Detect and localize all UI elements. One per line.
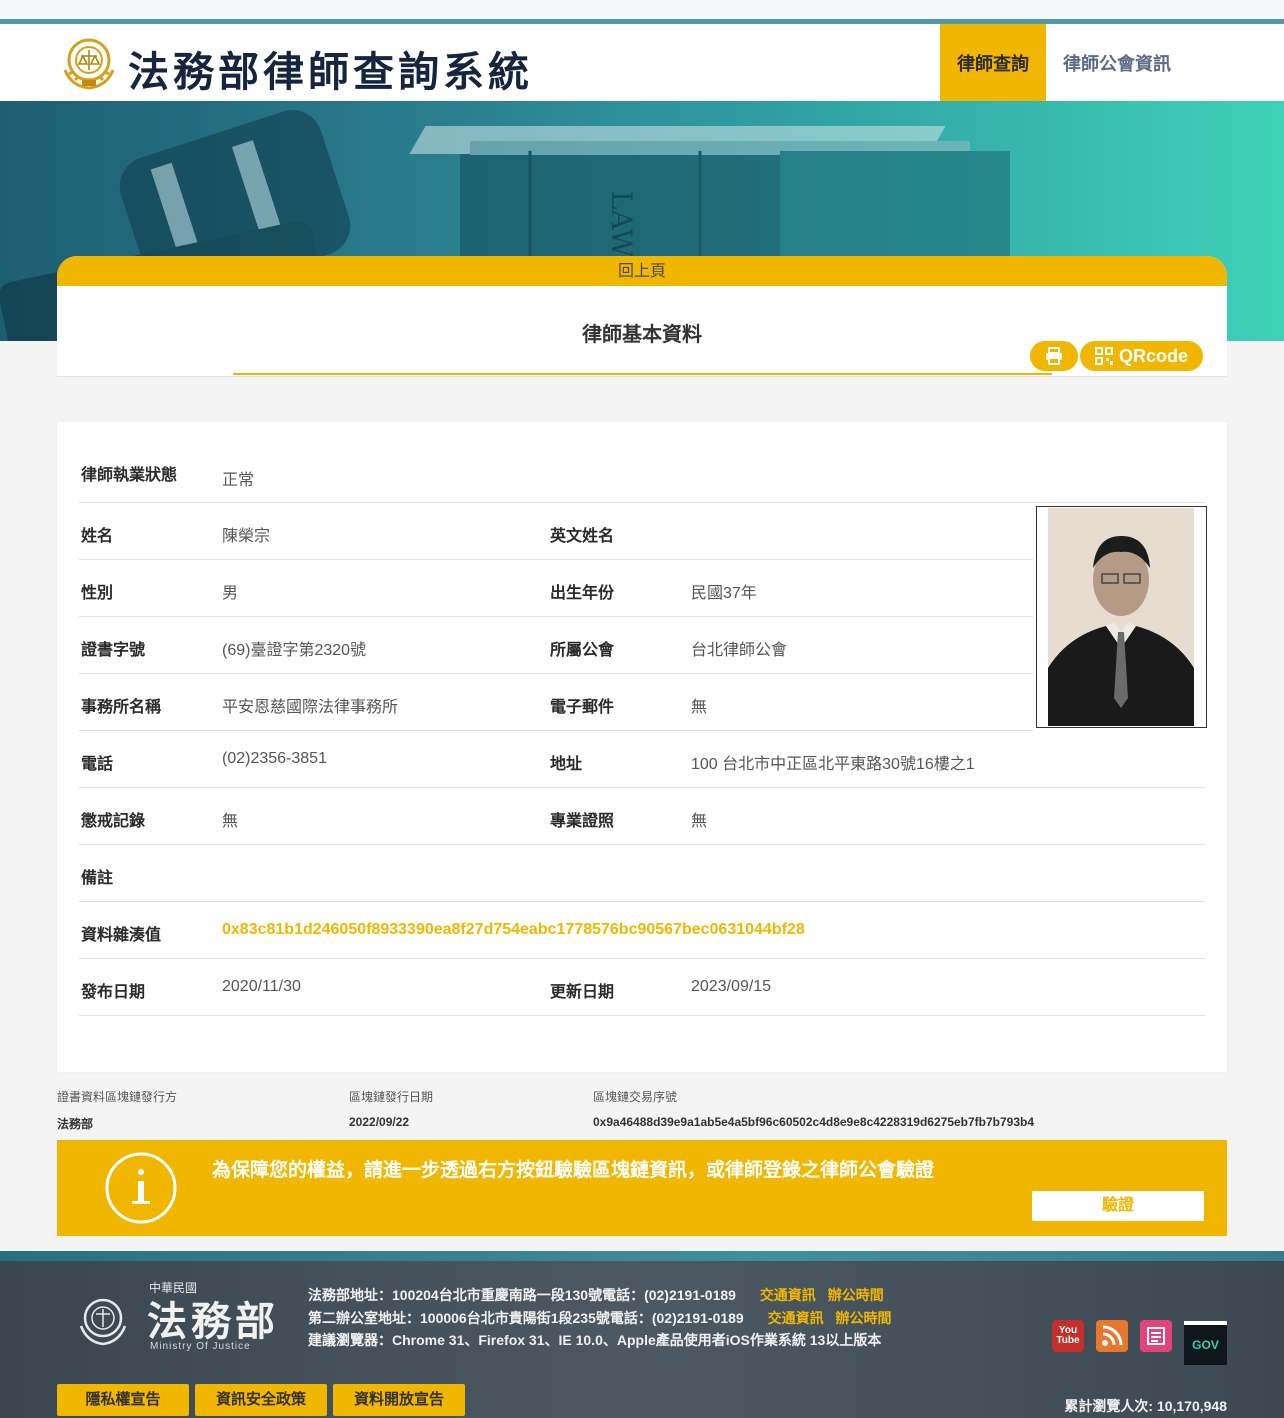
- chain-issue-date: 區塊鏈發行日期 2022/09/22: [349, 1088, 433, 1129]
- status-label: 律師執業狀態: [81, 467, 178, 484]
- hash-value-link[interactable]: 0x83c81b1d246050f8933390ea8f27d754eabc17…: [222, 921, 805, 939]
- chain-issuer-label: 證書資料區塊鏈發行方: [57, 1090, 178, 1104]
- hours-link-2[interactable]: 辦公時間: [836, 1310, 892, 1326]
- rss-glyph: [1102, 1325, 1123, 1346]
- verify-button[interactable]: 驗證: [1032, 1191, 1204, 1221]
- law-book-spine-text: LAW: [605, 191, 638, 258]
- phone-value: (02)2356-3851: [222, 750, 327, 767]
- cert-no-label: 證書字號: [81, 642, 146, 659]
- chain-tx-value: 0x9a46488d39e9a1ab5e4a5bf96c60502c4d8e9e…: [593, 1115, 1035, 1129]
- main-nav: 律師查詢 律師公會資訊: [940, 24, 1284, 101]
- chain-issue-date-value: 2022/09/22: [349, 1115, 410, 1129]
- footer-line-2: 第二辦公室地址：100006台北市貴陽街1段235號電話：(02)2191-01…: [308, 1307, 892, 1330]
- remark-row: 備註: [79, 845, 1205, 902]
- discipline-label: 懲戒記錄: [81, 813, 146, 830]
- security-policy-button[interactable]: 資訊安全政策: [195, 1384, 327, 1416]
- qrcode-label: QRcode: [1118, 345, 1188, 366]
- phone-label: 電話: [81, 756, 114, 773]
- phone-row: 電話 (02)2356-3851 地址 100 台北市中正區北平東路30號16樓…: [79, 731, 1205, 788]
- site-title[interactable]: 法務部律師查詢系統: [128, 38, 533, 98]
- hours-link-1[interactable]: 辦公時間: [828, 1287, 884, 1303]
- profile-card-header: 回上頁 律師基本資料 QRcode: [57, 256, 1227, 377]
- pro-license-label: 專業證照: [550, 813, 615, 830]
- status-row: 律師執業狀態 正常: [79, 446, 1205, 503]
- association-value: 台北律師公會: [691, 642, 788, 659]
- site-footer: 中華民國 法務部 Ministry Of Justice 法務部地址：10020…: [0, 1251, 1284, 1418]
- name-label: 姓名: [81, 528, 114, 545]
- rss-icon[interactable]: [1096, 1320, 1128, 1352]
- office-row: 事務所名稱 平安恩慈國際法律事務所 電子郵件 無: [79, 674, 1033, 731]
- update-date-label: 更新日期: [550, 984, 615, 1001]
- chain-issuer-value: 法務部: [57, 1117, 94, 1131]
- hash-row: 資料雜湊值 0x83c81b1d246050f8933390ea8f27d754…: [79, 902, 1205, 959]
- verify-notice: 為保障您的權益，請進一步透過右方按鈕驗驗區塊鏈資訊，或律師登錄之律師公會驗證 驗…: [57, 1140, 1227, 1236]
- footer-moj-english: Ministry Of Justice: [150, 1341, 251, 1352]
- office-value: 平安恩慈國際法律事務所: [222, 699, 399, 716]
- gender-row: 性別 男 出生年份 民國37年: [79, 560, 1033, 617]
- gov-label: GOV: [1192, 1338, 1219, 1352]
- footer-moj-name: 法務部: [147, 1298, 279, 1345]
- address-value: 100 台北市中正區北平東路30號16樓之1: [691, 756, 975, 773]
- gov-icon[interactable]: GOV: [1184, 1321, 1227, 1365]
- email-label: 電子郵件: [550, 699, 615, 716]
- publish-date-value: 2020/11/30: [222, 978, 301, 995]
- birth-year-value: 民國37年: [691, 585, 757, 602]
- office-label: 事務所名稱: [81, 699, 162, 716]
- discipline-row: 懲戒記錄 無 專業證照 無: [79, 788, 1205, 845]
- cert-row: 證書字號 (69)臺證字第2320號 所屬公會 台北律師公會: [79, 617, 1033, 674]
- print-button[interactable]: [1030, 341, 1078, 371]
- title-underline: [233, 373, 1052, 375]
- traffic-link-2[interactable]: 交通資訊: [768, 1310, 824, 1326]
- lawyer-photo: [1036, 506, 1207, 728]
- notice-text: 為保障您的權益，請進一步透過右方按鈕驗驗區塊鏈資訊，或律師登錄之律師公會驗證: [212, 1160, 935, 1181]
- open-data-button[interactable]: 資料開放宣告: [333, 1384, 465, 1416]
- cert-no-value: (69)臺證字第2320號: [222, 642, 367, 659]
- association-label: 所屬公會: [550, 642, 615, 659]
- status-value: 正常: [222, 472, 255, 489]
- portrait-image: [1048, 508, 1194, 726]
- remark-label: 備註: [81, 870, 114, 887]
- name-row: 姓名 陳榮宗 英文姓名: [79, 503, 1033, 560]
- privacy-policy-button[interactable]: 隱私權宣告: [57, 1384, 189, 1416]
- update-date-value: 2023/09/15: [691, 978, 772, 995]
- qrcode-button[interactable]: QRcode: [1080, 341, 1203, 371]
- address-label: 地址: [550, 756, 583, 773]
- hash-label: 資料雜湊值: [81, 927, 162, 944]
- chain-tx-label: 區塊鏈交易序號: [593, 1090, 678, 1104]
- qrcode-icon: [1094, 347, 1113, 365]
- email-value: 無: [691, 699, 708, 716]
- lawyer-info-card: 律師執業狀態 正常 姓名 陳榮宗 英文姓名 性別 男 出生年份 民國37年 證書…: [57, 422, 1227, 1072]
- back-button[interactable]: 回上頁: [57, 256, 1227, 286]
- moj-emblem-icon[interactable]: [57, 30, 121, 94]
- pro-license-value: 無: [691, 813, 708, 830]
- top-accent-line: [0, 0, 1284, 24]
- name-value: 陳榮宗: [222, 528, 271, 545]
- footer-line-1: 法務部地址：100204台北市重慶南路一段130號電話：(02)2191-018…: [308, 1284, 892, 1307]
- footer-address-2: 第二辦公室地址：100006台北市貴陽街1段235號電話：(02)2191-01…: [308, 1309, 744, 1326]
- chain-tx: 區塊鏈交易序號 0x9a46488d39e9a1ab5e4a5bf96c6050…: [593, 1088, 1034, 1129]
- english-name-label: 英文姓名: [550, 528, 615, 545]
- footer-address-1: 法務部地址：100204台北市重慶南路一段130號電話：(02)2191-018…: [308, 1287, 736, 1303]
- newspaper-glyph: [1147, 1327, 1165, 1345]
- traffic-link-1[interactable]: 交通資訊: [760, 1287, 816, 1303]
- publish-date-label: 發布日期: [81, 984, 146, 1001]
- news-icon[interactable]: [1140, 1320, 1172, 1352]
- footer-browser-note: 建議瀏覽器：Chrome 31、Firefox 31、IE 10.0、Apple…: [308, 1332, 882, 1348]
- site-header: 法務部律師查詢系統 律師查詢 律師公會資訊: [0, 24, 1284, 101]
- gender-label: 性別: [81, 585, 114, 602]
- birth-year-label: 出生年份: [550, 585, 615, 602]
- nav-lawyer-search[interactable]: 律師查詢: [940, 24, 1046, 101]
- discipline-value: 無: [222, 813, 239, 830]
- printer-icon: [1046, 347, 1062, 365]
- chain-issuer: 證書資料區塊鏈發行方 法務部: [57, 1088, 177, 1132]
- info-icon: [105, 1152, 177, 1224]
- visit-counter: 累計瀏覽人次: 10,170,948: [1064, 1398, 1227, 1414]
- chain-issue-date-label: 區塊鏈發行日期: [349, 1090, 434, 1104]
- moj-footer-emblem-icon: [79, 1298, 127, 1346]
- footer-contact: 法務部地址：100204台北市重慶南路一段130號電話：(02)2191-018…: [308, 1284, 892, 1352]
- youtube-icon[interactable]: You Tube: [1052, 1320, 1084, 1352]
- gender-value: 男: [222, 585, 239, 602]
- dates-row: 發布日期 2020/11/30 更新日期 2023/09/15: [79, 959, 1205, 1016]
- nav-bar-association-info[interactable]: 律師公會資訊: [1046, 24, 1284, 101]
